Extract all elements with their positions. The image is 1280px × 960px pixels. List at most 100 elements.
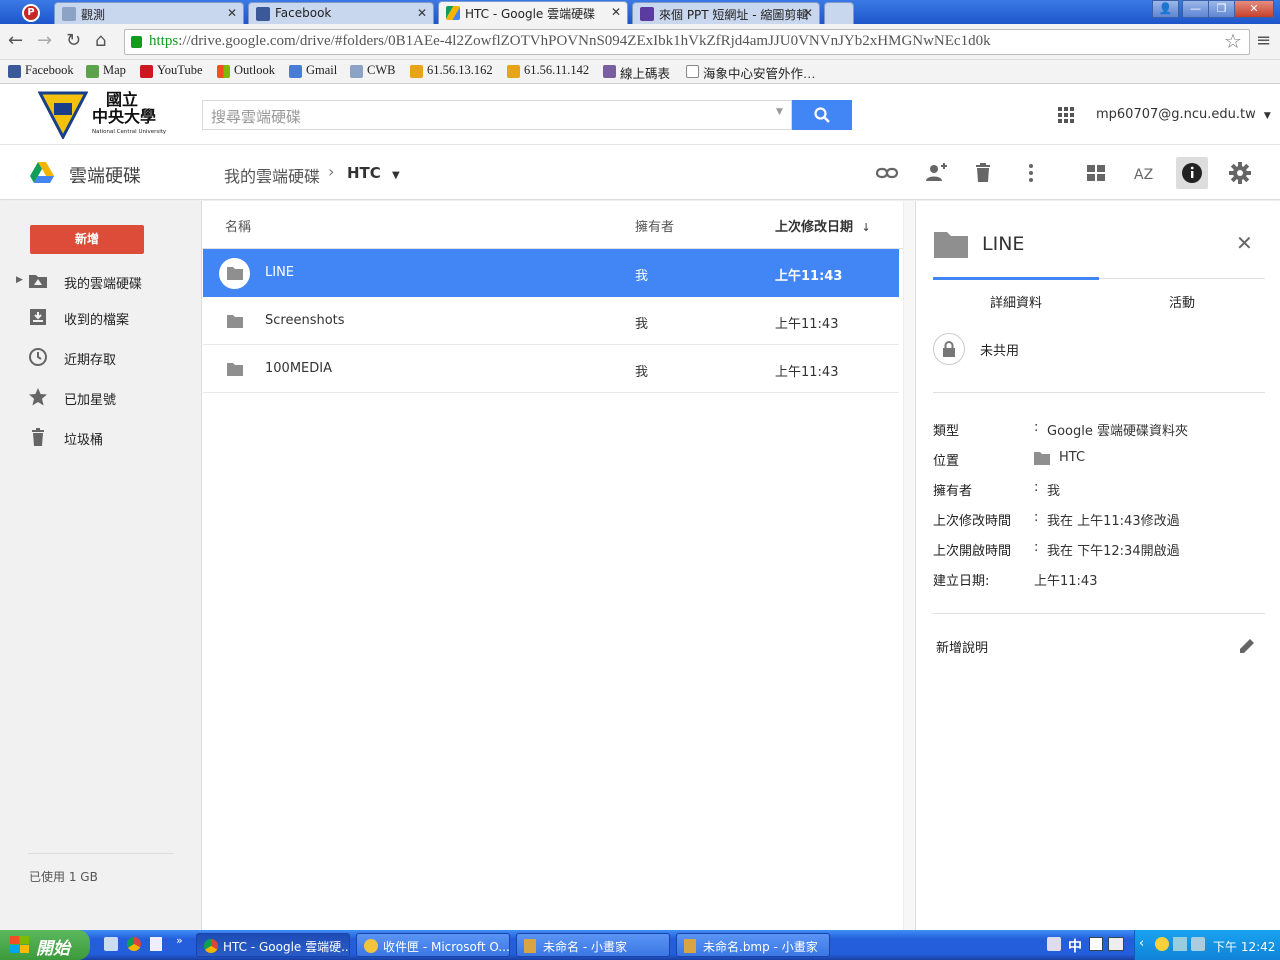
show-desktop-icon[interactable] xyxy=(104,937,118,951)
tab-details[interactable]: 詳細資料 xyxy=(933,292,1099,311)
user-icon[interactable]: 👤 xyxy=(1152,0,1179,18)
column-owner[interactable]: 擁有者 xyxy=(635,216,674,235)
breadcrumb-root[interactable]: 我的雲端硬碟 xyxy=(224,163,320,187)
language-bar-icon[interactable] xyxy=(1047,937,1061,951)
add-person-icon[interactable] xyxy=(922,160,948,186)
star-icon xyxy=(29,388,47,406)
volume-icon[interactable] xyxy=(1191,937,1205,951)
minimize-icon[interactable]: — xyxy=(1182,0,1209,18)
notepad-icon[interactable] xyxy=(150,937,162,951)
search-button[interactable] xyxy=(792,100,852,130)
prop-value-location[interactable]: HTC xyxy=(1059,450,1085,465)
system-tray: ‹ 下午 12:42 xyxy=(1134,930,1280,960)
close-icon[interactable]: ✕ xyxy=(611,5,621,19)
new-button[interactable]: 新增 xyxy=(30,225,144,254)
column-modified[interactable]: 上次修改日期 ↓ xyxy=(775,216,871,235)
keyboard-icon[interactable] xyxy=(1108,937,1124,951)
more-vert-icon[interactable] xyxy=(1018,160,1044,186)
tab-ppt[interactable]: 來個 PPT 短網址 - 縮圖剪輯 ✕ xyxy=(632,2,820,24)
drive-logo-icon[interactable] xyxy=(30,162,54,183)
network-icon[interactable] xyxy=(1173,937,1187,951)
bookmark-ocean[interactable]: 海象中心安管外作… xyxy=(686,63,816,82)
chevron-left-icon[interactable]: ‹ xyxy=(1139,936,1144,951)
sharing-row[interactable]: 未共用 xyxy=(933,331,1265,367)
bookmark-gmail[interactable]: Gmail xyxy=(289,63,337,78)
info-button[interactable] xyxy=(1176,157,1208,189)
tab-active-indicator xyxy=(933,277,1099,280)
pencil-icon[interactable] xyxy=(1238,637,1256,655)
ime-mode-icon[interactable] xyxy=(1089,937,1103,951)
clock[interactable]: 下午 12:42 xyxy=(1213,938,1275,955)
grid-view-icon[interactable] xyxy=(1083,160,1109,186)
scrollbar-track[interactable] xyxy=(903,201,915,930)
forward-icon[interactable]: → xyxy=(37,30,52,51)
taskbar-item-paint2[interactable]: 未命名.bmp - 小畫家 xyxy=(676,933,830,957)
bookmark-youtube[interactable]: YouTube xyxy=(140,63,203,78)
tab-observe[interactable]: 觀測 ✕ xyxy=(54,2,244,24)
add-description[interactable]: 新增說明 xyxy=(936,637,988,656)
reload-icon[interactable]: ↻ xyxy=(66,30,81,51)
start-button[interactable]: 開始 xyxy=(0,930,90,960)
apps-grid-icon[interactable] xyxy=(1058,107,1074,123)
close-icon[interactable]: ✕ xyxy=(227,6,237,20)
gear-icon[interactable] xyxy=(1227,160,1253,186)
url-input[interactable]: https://drive.google.com/drive/#folders/… xyxy=(124,29,1250,55)
close-icon[interactable]: ✕ xyxy=(803,6,813,20)
sidebar-item-label: 垃圾桶 xyxy=(64,433,104,448)
expand-arrow-icon[interactable]: ▶ xyxy=(16,275,23,285)
bookmark-stopwatch[interactable]: 線上碼表 xyxy=(603,63,670,82)
file-owner: 我 xyxy=(635,365,649,380)
star-icon[interactable]: ☆ xyxy=(1224,29,1242,53)
overflow-icon[interactable]: » xyxy=(176,934,183,947)
new-tab-button[interactable] xyxy=(824,2,854,24)
tab-drive[interactable]: HTC - Google 雲端硬碟 ✕ xyxy=(438,1,628,24)
prop-colon: : xyxy=(1034,510,1039,525)
bookmark-ip1[interactable]: 61.56.13.162 xyxy=(410,63,493,78)
bookmark-cwb[interactable]: CWB xyxy=(350,63,395,78)
prop-value: Google 雲端硬碟資料夾 xyxy=(1047,424,1188,439)
window-close-icon[interactable]: ✕ xyxy=(1234,0,1274,18)
table-row[interactable]: Screenshots 我 上午11:43 xyxy=(203,297,899,345)
search-options-icon[interactable]: ▼ xyxy=(776,107,783,117)
bookmark-map[interactable]: Map xyxy=(86,63,126,78)
account-menu[interactable]: mp60707@g.ncu.edu.tw ▼ xyxy=(1096,107,1271,122)
menu-icon[interactable]: ≡ xyxy=(1256,30,1271,51)
logo-text-en: National Central University xyxy=(92,129,167,135)
close-icon[interactable]: ✕ xyxy=(1236,231,1253,255)
sort-az-icon[interactable]: AZ xyxy=(1131,160,1157,186)
info-icon xyxy=(1182,163,1202,183)
close-icon[interactable]: ✕ xyxy=(417,6,427,20)
table-row[interactable]: LINE 我 上午11:43 xyxy=(203,249,899,297)
bookmark-outlook[interactable]: Outlook xyxy=(217,63,275,78)
lock-icon xyxy=(933,333,965,365)
smiley-icon[interactable] xyxy=(1155,937,1169,951)
ime-indicator[interactable]: 中 xyxy=(1068,936,1082,956)
folder-icon xyxy=(227,363,243,376)
bookmark-facebook[interactable]: Facebook xyxy=(8,63,74,78)
chrome-icon[interactable] xyxy=(127,937,141,951)
link-icon[interactable] xyxy=(874,160,900,186)
chrome-app-icon[interactable]: P xyxy=(22,4,40,22)
folder-icon xyxy=(219,258,250,289)
back-icon[interactable]: ← xyxy=(8,30,23,51)
university-logo[interactable]: 國立 中央大學 National Central University xyxy=(37,91,167,141)
column-name[interactable]: 名稱 xyxy=(225,216,251,235)
eye-icon xyxy=(62,7,76,21)
search-input[interactable]: 搜尋雲端硬碟 xyxy=(202,100,792,130)
home-icon[interactable]: ⌂ xyxy=(95,30,106,51)
taskbar-item-paint1[interactable]: 未命名 - 小畫家 xyxy=(516,933,670,957)
prop-value: 我在 上午11:43修改過 xyxy=(1047,514,1180,529)
table-row[interactable]: 100MEDIA 我 上午11:43 xyxy=(203,345,899,393)
folder-icon xyxy=(934,232,968,258)
tab-activity[interactable]: 活動 xyxy=(1099,292,1265,311)
restore-icon[interactable]: ❐ xyxy=(1208,0,1235,18)
tab-facebook[interactable]: Facebook ✕ xyxy=(248,2,434,24)
taskbar-item-outlook[interactable]: 收件匣 - Microsoft O... xyxy=(356,933,510,957)
taskbar-item-chrome[interactable]: HTC - Google 雲端硬... xyxy=(196,933,350,957)
bookmark-ip2[interactable]: 61.56.11.142 xyxy=(507,63,589,78)
trash-icon[interactable] xyxy=(970,160,996,186)
outlook-icon xyxy=(364,939,378,953)
details-divider xyxy=(933,613,1265,614)
inbox-icon xyxy=(30,309,46,325)
breadcrumb-current[interactable]: HTC ▼ xyxy=(347,164,400,182)
